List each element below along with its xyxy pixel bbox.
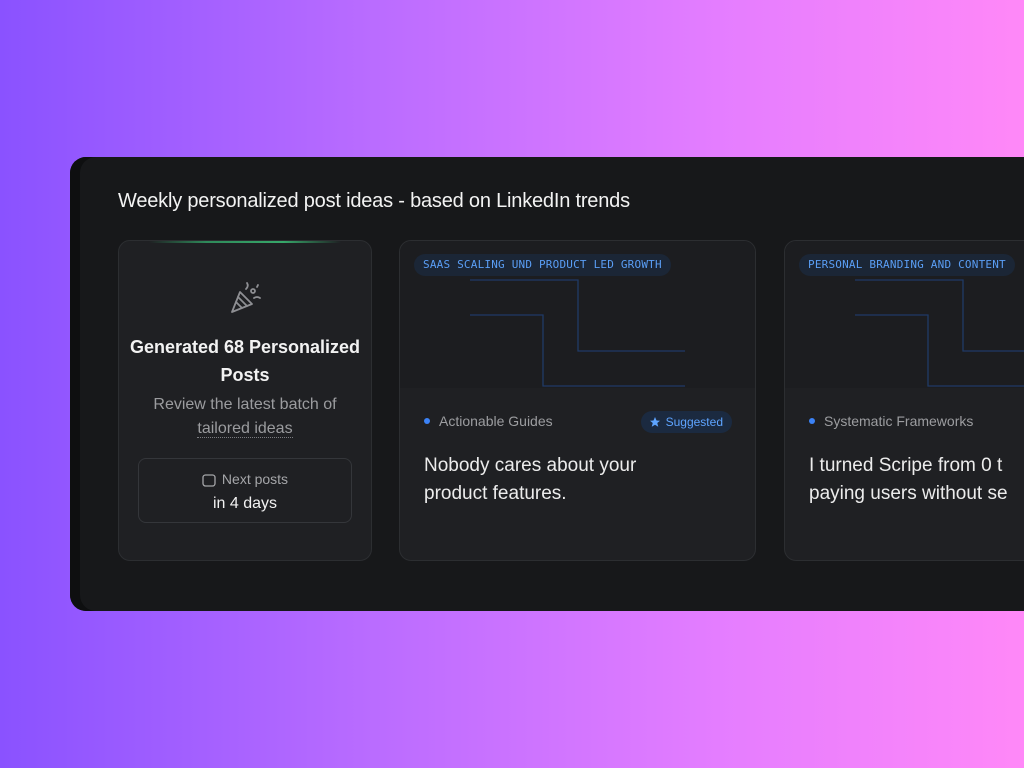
post-title: I turned Scripe from 0 t paying users wi…	[809, 452, 1024, 508]
category-label: Systematic Frameworks	[824, 413, 974, 429]
next-posts-box: Next posts in 4 days	[138, 458, 352, 523]
generated-posts-summary-card: Generated 68 Personalized Posts Review t…	[118, 240, 372, 561]
star-badge-icon	[649, 417, 660, 427]
post-title-line: Nobody cares about your	[424, 455, 637, 476]
card-accent-line	[149, 241, 341, 243]
post-title: Nobody cares about your product features…	[424, 452, 744, 508]
card-preview-area: SAAS SCALING UND PRODUCT LED GROWTH	[400, 241, 755, 388]
tailored-ideas-link[interactable]: tailored ideas	[197, 420, 293, 438]
badge-label: Suggested	[665, 415, 723, 429]
summary-subtitle: Review the latest batch of tailored idea…	[119, 393, 371, 441]
post-title-line: paying users without se	[809, 483, 1008, 504]
post-title-line: product features.	[424, 483, 567, 504]
category-dot	[809, 418, 815, 424]
generated-count-title: Generated 68 Personalized Posts	[129, 337, 361, 385]
post-idea-card[interactable]: SAAS SCALING UND PRODUCT LED GROWTH Acti…	[399, 240, 756, 561]
calendar-icon	[202, 474, 216, 487]
post-category: Systematic Frameworks	[809, 412, 973, 430]
post-idea-card[interactable]: PERSONAL BRANDING AND CONTENT Systematic…	[784, 240, 1024, 561]
subtitle-text: Review the latest batch of	[153, 396, 337, 413]
post-title-line: I turned Scripe from 0 t	[809, 455, 1003, 476]
topic-tag: SAAS SCALING UND PRODUCT LED GROWTH	[414, 254, 671, 276]
suggested-badge: Suggested	[640, 411, 732, 433]
topic-tag: PERSONAL BRANDING AND CONTENT	[799, 254, 1015, 276]
next-posts-text: Next posts	[221, 471, 289, 487]
category-dot	[424, 418, 430, 424]
next-posts-value: in 4 days	[212, 495, 278, 512]
post-ideas-panel: Weekly personalized post ideas - based o…	[70, 157, 1024, 611]
next-posts-label: Next posts	[139, 471, 351, 487]
party-popper-icon	[231, 282, 261, 313]
category-label: Actionable Guides	[439, 413, 553, 429]
section-title: Weekly personalized post ideas - based o…	[118, 190, 630, 212]
post-category: Actionable Guides	[424, 412, 553, 430]
card-preview-area: PERSONAL BRANDING AND CONTENT	[785, 241, 1024, 388]
